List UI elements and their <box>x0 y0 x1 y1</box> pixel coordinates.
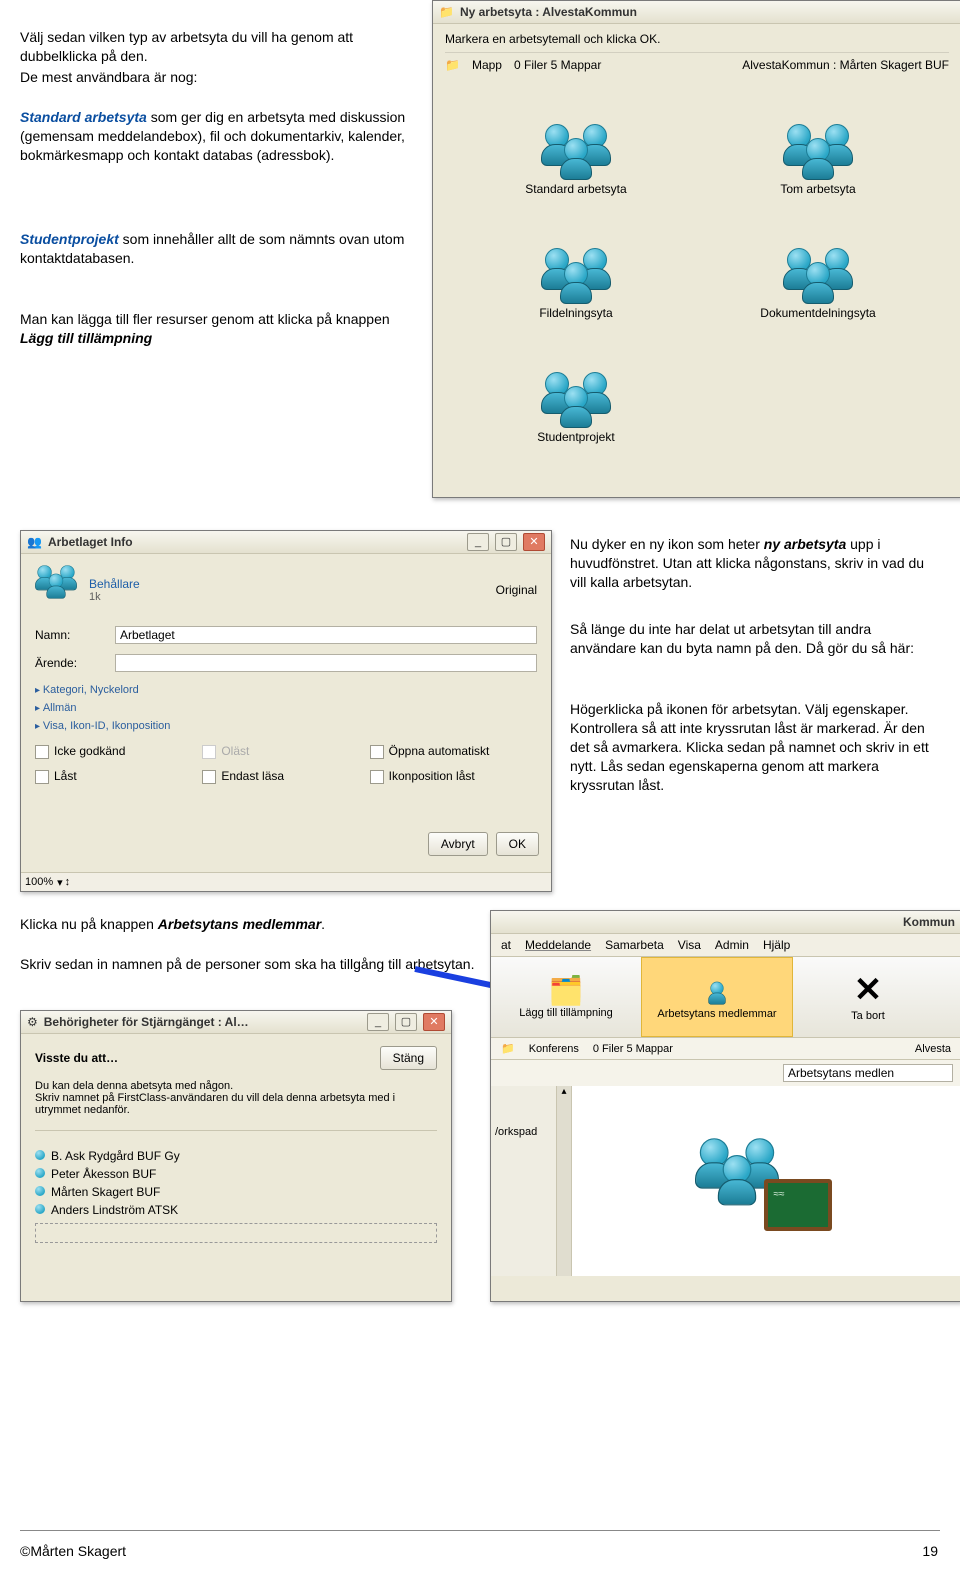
close-button[interactable]: ✕ <box>423 1013 445 1031</box>
ribbon-remove[interactable]: ✕ Ta bort <box>793 957 943 1035</box>
ml2: Skriv sedan in namnen på de personer som… <box>20 956 474 972</box>
subject-label: Ärende: <box>35 656 105 670</box>
rp1b: ny arbetsyta <box>764 536 846 552</box>
footer-author: ©Mårten Skagert <box>20 1542 126 1561</box>
zoom-level: 100% <box>25 876 53 888</box>
container-label: Behållare <box>89 577 140 591</box>
add-user-input[interactable] <box>35 1223 437 1243</box>
user-row[interactable]: B. Ask Rydgård BUF Gy <box>35 1149 437 1163</box>
perm-help1: Du kan dela denna abetsyta med någon. <box>35 1080 437 1092</box>
ws-title: Ny arbetsyta : AlvestaKommun <box>460 5 637 19</box>
exp-general[interactable]: Allmän <box>35 702 537 714</box>
resource-text: Man kan lägga till fler resurser genom a… <box>20 311 390 327</box>
ws-instruction: Markera en arbetsytemall och klicka OK. <box>445 32 949 46</box>
ws-template-student[interactable]: Studentprojekt <box>475 370 677 444</box>
crumb2-right: Alvesta <box>915 1043 951 1055</box>
chk-autoopen[interactable]: Öppna automatiskt <box>370 744 537 759</box>
footer-page: 19 <box>922 1542 938 1561</box>
scrollbar[interactable]: ▴ <box>556 1086 571 1276</box>
menu-item[interactable]: Visa <box>678 938 701 952</box>
members-preview-input[interactable] <box>783 1064 953 1082</box>
crumb-stats: 0 Filer 5 Mappar <box>514 58 601 72</box>
chk-not-approved[interactable]: Icke godkänd <box>35 744 202 759</box>
menu-item[interactable]: Samarbeta <box>605 938 664 952</box>
user-row[interactable]: Peter Åkesson BUF <box>35 1167 437 1181</box>
menu-item[interactable]: Hjälp <box>763 938 790 952</box>
maximize-button[interactable]: ▢ <box>495 533 517 551</box>
close-button[interactable]: ✕ <box>523 533 545 551</box>
folder-icon: 📁 <box>445 58 460 72</box>
exp-category[interactable]: Kategori, Nyckelord <box>35 684 537 696</box>
container-sub: 1k <box>89 591 140 603</box>
toolbar-title: Kommun <box>903 915 955 929</box>
workspace-template-window: 📁 Ny arbetsyta : AlvestaKommun Markera e… <box>432 0 960 498</box>
folder-icon: 📁 <box>439 5 454 19</box>
resource-button-name: Lägg till tillämpning <box>20 330 152 346</box>
crumb-folder: Mapp <box>472 58 502 72</box>
close-help-button[interactable]: Stäng <box>380 1046 437 1070</box>
subject-input[interactable] <box>115 654 537 672</box>
rp1a: Nu dyker en ny ikon som heter <box>570 536 764 552</box>
info-title: Arbetlaget Info <box>48 535 133 549</box>
ribbon-add-app[interactable]: 🗂️ Lägg till tillämpning <box>491 957 641 1035</box>
intro-p1: Välj sedan vilken typ av arbetsyta du vi… <box>20 29 353 64</box>
student-link[interactable]: Studentprojekt <box>20 231 119 247</box>
user-row[interactable]: Mårten Skagert BUF <box>35 1185 437 1199</box>
cancel-button[interactable]: Avbryt <box>428 832 488 856</box>
gear-icon: ⚙ <box>27 1015 38 1029</box>
ml1b: Arbetsytans medlemmar <box>158 916 321 932</box>
chk-iconpos-locked[interactable]: Ikonposition låst <box>370 769 537 784</box>
chk-unread[interactable]: Oläst <box>202 744 369 759</box>
rp3: Högerklicka på ikonen för arbetsytan. Vä… <box>570 701 929 793</box>
dyk-label: Visste du att… <box>35 1051 118 1065</box>
left-cut-label: /orkspad <box>495 1126 537 1138</box>
intro-p2: De mest användbara är nog: <box>20 69 197 85</box>
name-label: Namn: <box>35 628 105 642</box>
chk-locked[interactable]: Låst <box>35 769 202 784</box>
menu-item[interactable]: Meddelande <box>525 938 591 952</box>
rp2: Så länge du inte har delat ut arbetsytan… <box>570 621 914 656</box>
remove-icon: ✕ <box>854 970 883 1010</box>
perm-help2: Skriv namnet på FirstClass-användaren du… <box>35 1092 437 1116</box>
info-window: 👥 Arbetlaget Info _ ▢ ✕ Behållare 1k O <box>20 530 552 892</box>
ws-template-docshare[interactable]: Dokumentdelningsyta <box>717 246 919 320</box>
standard-link[interactable]: Standard arbetsyta <box>20 109 147 125</box>
name-input[interactable] <box>115 626 537 644</box>
ribbon-members[interactable]: Arbetsytans medlemmar <box>641 957 793 1037</box>
ws-template-standard[interactable]: Standard arbetsyta <box>475 122 677 196</box>
people-icon: 👥 <box>27 535 42 549</box>
chalkboard-icon: ≈≈ <box>764 1179 832 1231</box>
menu-item[interactable]: at <box>501 938 511 952</box>
ok-button[interactable]: OK <box>496 832 539 856</box>
menu-item[interactable]: Admin <box>715 938 749 952</box>
minimize-button[interactable]: _ <box>367 1013 389 1031</box>
crumb-path: AlvestaKommun : Mårten Skagert BUF <box>742 58 949 72</box>
maximize-button[interactable]: ▢ <box>395 1013 417 1031</box>
chk-readonly[interactable]: Endast läsa <box>202 769 369 784</box>
original-label: Original <box>496 583 537 597</box>
folder-icon: 📁 <box>501 1042 515 1055</box>
crumb2-mid: 0 Filer 5 Mappar <box>593 1043 673 1055</box>
ml1a: Klicka nu på knappen <box>20 916 158 932</box>
crumb2-left: Konferens <box>529 1043 579 1055</box>
perm-title: Behörigheter för Stjärngänget : Al… <box>44 1015 249 1029</box>
permissions-window: ⚙ Behörigheter för Stjärngänget : Al… _ … <box>20 1010 452 1302</box>
workspace-toolbar-window: Kommun at Meddelande Samarbeta Visa Admi… <box>490 910 960 1302</box>
minimize-button[interactable]: _ <box>467 533 489 551</box>
ws-template-fileshare[interactable]: Fildelningsyta <box>475 246 677 320</box>
ws-template-empty[interactable]: Tom arbetsyta <box>717 122 919 196</box>
exp-icon[interactable]: Visa, Ikon-ID, Ikonposition <box>35 720 537 732</box>
ml1c: . <box>321 916 325 932</box>
user-row[interactable]: Anders Lindström ATSK <box>35 1203 437 1217</box>
